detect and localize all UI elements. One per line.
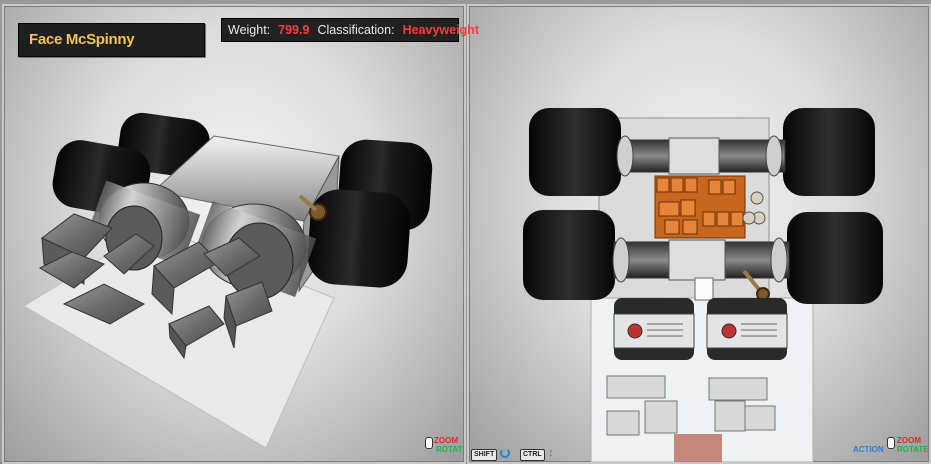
robot-name: Face McSpinny (29, 31, 135, 48)
garage-screen: Face McSpinny ZOOM ROTATE ACTION ZOOM RO… (0, 0, 931, 464)
zoom-hint-right: ZOOM (897, 436, 921, 445)
robot-stats-plate: Weight: 799.9 Classification: Heavyweight (221, 18, 479, 42)
zoom-hint: ZOOM (434, 436, 458, 445)
classification-value: Heavyweight (402, 23, 479, 37)
top-down-viewport[interactable]: ACTION ZOOM ROTATE (467, 4, 931, 464)
up-down-arrow-icon: ↕ (548, 447, 554, 459)
action-hint: ACTION (853, 445, 884, 454)
weight-value: 799.9 (278, 23, 310, 37)
robot-3d-perspective-model (23, 112, 433, 449)
mouse-icon (425, 437, 433, 449)
perspective-viewport[interactable]: Face McSpinny ZOOM ROTATE (2, 4, 466, 464)
rotate-hint-right: ROTATE (897, 445, 929, 454)
robot-name-plate: Face McSpinny (18, 23, 205, 57)
ctrl-key-hint: CTRL (520, 449, 545, 461)
rotate-icon (500, 448, 510, 458)
shift-key-hint: SHIFT (471, 449, 498, 461)
weight-label: Weight: (228, 23, 271, 37)
mouse-icon-right (887, 437, 895, 449)
robot-3d-top-model (523, 108, 883, 462)
classification-label: Classification: (317, 23, 395, 37)
rotate-hint: ROTATE (436, 445, 466, 454)
